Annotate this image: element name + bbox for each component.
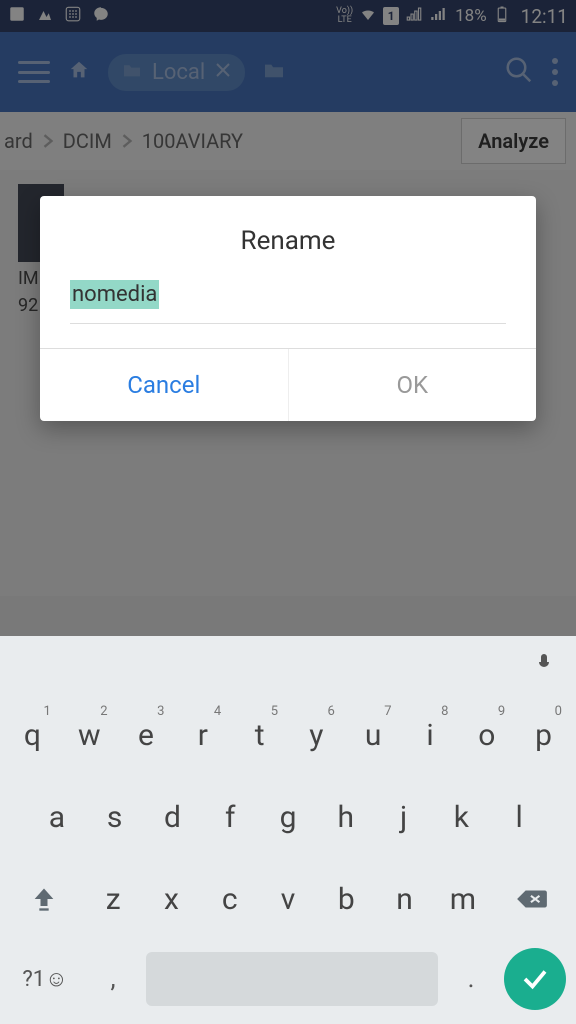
key-q[interactable]: q1 (6, 698, 59, 772)
key-j[interactable]: j (377, 780, 431, 854)
key-u[interactable]: u7 (347, 698, 400, 772)
key-x[interactable]: x (144, 862, 198, 936)
ok-button[interactable]: OK (288, 349, 537, 421)
mic-icon[interactable] (532, 649, 556, 681)
key-w[interactable]: w2 (63, 698, 116, 772)
key-h[interactable]: h (319, 780, 373, 854)
key-g[interactable]: g (261, 780, 315, 854)
dialog-title: Rename (40, 226, 536, 256)
key-y[interactable]: y6 (290, 698, 343, 772)
key-d[interactable]: d (146, 780, 200, 854)
key-f[interactable]: f (203, 780, 257, 854)
key-c[interactable]: c (203, 862, 257, 936)
soft-keyboard: q1w2e3r4t5y6u7i8o9p0 asdfghjkl zxcvbnm ?… (0, 636, 576, 1024)
key-n[interactable]: n (377, 862, 431, 936)
key-e[interactable]: e3 (120, 698, 173, 772)
key-i[interactable]: i8 (404, 698, 457, 772)
cancel-button[interactable]: Cancel (40, 349, 288, 421)
key-t[interactable]: t5 (233, 698, 286, 772)
space-key[interactable] (146, 952, 438, 1006)
shift-key[interactable] (6, 862, 82, 936)
key-z[interactable]: z (86, 862, 140, 936)
key-m[interactable]: m (436, 862, 490, 936)
key-r[interactable]: r4 (176, 698, 229, 772)
comma-key[interactable]: , (88, 948, 138, 1010)
rename-input[interactable]: nomedia (70, 280, 159, 309)
key-k[interactable]: k (434, 780, 488, 854)
key-b[interactable]: b (319, 862, 373, 936)
key-s[interactable]: s (88, 780, 142, 854)
backspace-key[interactable] (494, 862, 570, 936)
key-l[interactable]: l (492, 780, 546, 854)
key-v[interactable]: v (261, 862, 315, 936)
enter-key[interactable] (504, 948, 566, 1010)
period-key[interactable]: . (446, 948, 496, 1010)
key-p[interactable]: p0 (517, 698, 570, 772)
key-o[interactable]: o9 (460, 698, 513, 772)
rename-dialog: Rename nomedia Cancel OK (40, 196, 536, 421)
symbols-key[interactable]: ?1☺ (10, 948, 80, 1010)
key-a[interactable]: a (30, 780, 84, 854)
